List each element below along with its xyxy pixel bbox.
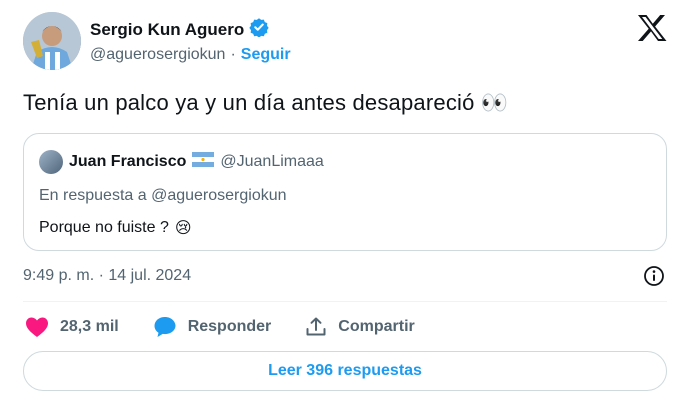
reply-button[interactable]: Responder (153, 316, 272, 338)
quoted-tweet-text: Porque no fuiste ? 😢 (39, 218, 192, 238)
divider (23, 301, 667, 302)
eyes-emoji: 👀 (480, 90, 509, 115)
heart-icon (25, 316, 49, 338)
reply-bubble-icon (153, 316, 177, 338)
share-label: Compartir (338, 318, 415, 335)
verified-badge-icon (249, 17, 269, 42)
like-count: 28,3 mil (60, 318, 119, 335)
tweet-actions: 28,3 mil Responder Compartir (25, 314, 449, 340)
quoted-tweet-header: Juan Francisco @JuanLimaaa (39, 150, 324, 174)
argentina-flag-icon (192, 152, 215, 172)
x-logo-icon[interactable] (636, 14, 668, 42)
share-button[interactable]: Compartir (305, 316, 415, 338)
share-upload-icon (305, 316, 327, 338)
quoted-text-body: Porque no fuiste ? (39, 219, 169, 236)
quoted-author-avatar (39, 150, 63, 174)
author-name-row: Sergio Kun Aguero (90, 17, 269, 42)
tweet-body: Tenía un palco ya y un día antes desapar… (23, 90, 475, 115)
author-handle-row: @aguerosergiokun · Seguir (90, 46, 291, 64)
crying-emoji: 😢 (174, 220, 192, 237)
separator-dot: · (230, 46, 236, 63)
quoted-author-handle: @JuanLimaaa (220, 153, 324, 170)
quoted-author-name: Juan Francisco (69, 153, 187, 170)
quoted-tweet[interactable]: Juan Francisco @JuanLimaaa En respuesta … (23, 133, 667, 251)
reply-label: Responder (187, 318, 272, 335)
info-icon[interactable] (643, 265, 665, 287)
follow-button[interactable]: Seguir (241, 46, 291, 64)
author-handle[interactable]: @aguerosergiokun (90, 46, 225, 64)
tweet-timestamp[interactable]: 9:49 p. m. · 14 jul. 2024 (23, 267, 191, 285)
author-avatar[interactable] (23, 12, 81, 70)
quoted-reply-context: En respuesta a @aguerosergiokun (39, 187, 287, 204)
read-replies-button[interactable]: Leer 396 respuestas (23, 351, 667, 391)
like-button[interactable]: 28,3 mil (25, 316, 119, 338)
author-name[interactable]: Sergio Kun Aguero (90, 20, 244, 40)
tweet-text: Tenía un palco ya y un día antes desapar… (23, 90, 508, 116)
